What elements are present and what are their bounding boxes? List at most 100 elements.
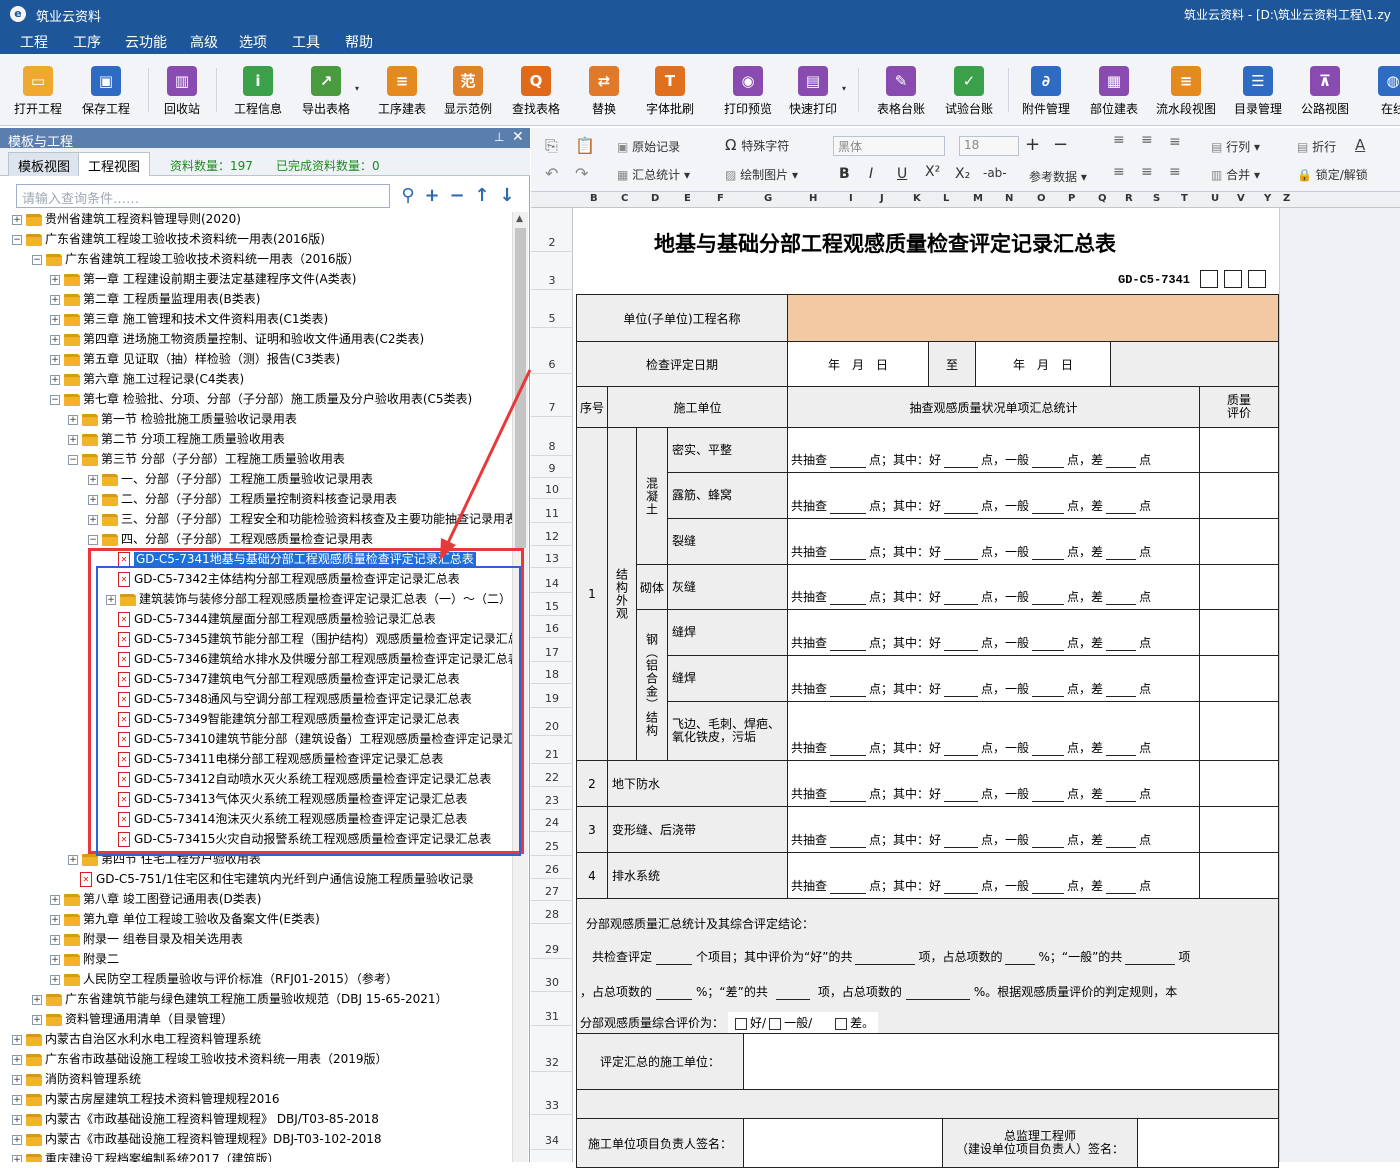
count-field[interactable] xyxy=(1106,834,1137,848)
count-field[interactable] xyxy=(1106,454,1137,468)
menu-process[interactable]: 工序 xyxy=(73,32,101,52)
bad-checkbox[interactable] xyxy=(835,1017,848,1030)
toolbar-button-quick-print[interactable]: ▤ 快速打印 ▾ xyxy=(789,60,846,120)
tree-item-form[interactable]: ✕ GD-C5-7342主体结构分部工程观感质量检查评定记录汇总表 xyxy=(118,569,460,589)
toolbar-button-open-folder[interactable]: ▭ 打开工程 xyxy=(14,60,62,120)
lock-button[interactable]: 🔒 锁定/解锁 xyxy=(1297,166,1368,183)
expand-icon[interactable]: + xyxy=(50,274,60,285)
expand-icon[interactable]: + xyxy=(50,354,60,365)
tree-item-folder[interactable]: + 广东省市政基础设施工程竣工验收技术资料统一用表（2019版） xyxy=(12,1049,388,1069)
collapse-icon[interactable]: − xyxy=(12,234,22,245)
count-field[interactable] xyxy=(1032,880,1065,894)
tree-item-form[interactable]: ✕ GD-C5-7348通风与空调分部工程观感质量检查评定记录汇总表 xyxy=(118,689,472,709)
mid-pct-field[interactable] xyxy=(656,986,693,1000)
tree-item-form[interactable]: ✕ GD-C5-7344建筑屋面分部工程观感质量检验记录汇总表 xyxy=(118,609,436,629)
expand-icon[interactable]: + xyxy=(12,1074,22,1085)
tree-item-folder[interactable]: + 建筑装饰与装修分部工程观感质量检查评定记录汇总表（一）～（二） xyxy=(106,589,511,609)
total-items-field[interactable] xyxy=(656,951,693,965)
quality-eval-field[interactable] xyxy=(1199,427,1279,473)
count-field[interactable] xyxy=(1106,637,1137,651)
count-field[interactable] xyxy=(830,834,867,848)
bad-count-field[interactable] xyxy=(775,986,810,1000)
quality-eval-field[interactable] xyxy=(1199,806,1279,853)
tree-item-folder[interactable]: + 第四节 住宅工程分户验收用表 xyxy=(68,849,261,869)
tree-item-folder[interactable]: + 内蒙古房屋建筑工程技术资料管理规程2016 xyxy=(12,1089,280,1109)
expand-icon[interactable]: + xyxy=(106,594,116,605)
expand-icon[interactable]: + xyxy=(68,414,78,425)
good-count-field[interactable] xyxy=(855,951,916,965)
decrease-font-icon[interactable]: − xyxy=(1053,134,1068,155)
close-icon[interactable]: ✕ xyxy=(512,129,524,145)
tree-item-folder[interactable]: + 内蒙古自治区水利水电工程资料管理系统 xyxy=(12,1029,261,1049)
sign-right-field[interactable] xyxy=(1137,1118,1279,1168)
menu-tools[interactable]: 工具 xyxy=(292,32,320,52)
toolbar-button-recycle-bin[interactable]: ▥ 回收站 xyxy=(164,60,200,120)
expand-icon[interactable]: + xyxy=(50,374,60,385)
toolbar-button-part-table[interactable]: ▦ 部位建表 xyxy=(1090,60,1138,120)
count-field[interactable] xyxy=(830,788,867,802)
tree-item-form[interactable]: ✕ GD-C5-73412自动喷水灭火系统工程观感质量检查评定记录汇总表 xyxy=(118,769,491,789)
count-field[interactable] xyxy=(1106,742,1137,756)
underline-button[interactable]: U xyxy=(897,166,907,182)
toolbar-button-online[interactable]: ◍ 在线 xyxy=(1378,60,1400,120)
undo-icon[interactable]: ↶ xyxy=(545,164,558,183)
expand-icon[interactable]: + xyxy=(50,974,60,985)
tree-item-folder[interactable]: + 消防资料管理系统 xyxy=(12,1069,141,1089)
expand-icon[interactable]: + xyxy=(50,314,60,325)
pin-icon[interactable]: ⊥ xyxy=(494,130,504,144)
align-top-icon[interactable]: ≡ xyxy=(1113,132,1125,148)
toolbar-button-find-table[interactable]: Q 查找表格 xyxy=(512,60,560,120)
align-right-icon[interactable]: ≡ xyxy=(1169,164,1181,180)
tree-scrollbar[interactable]: ▲ xyxy=(512,212,528,1162)
subscript-button[interactable]: X₂ xyxy=(955,166,970,182)
collapse-icon[interactable]: − xyxy=(88,534,98,545)
tree-item-form[interactable]: ✕ GD-C5-73411电梯分部工程观感质量检查评定记录汇总表 xyxy=(118,749,443,769)
toolbar-button-save[interactable]: ▣ 保存工程 xyxy=(82,60,130,120)
font-size-select[interactable]: 18 xyxy=(959,136,1019,156)
tree-item-folder[interactable]: + 一、分部（子分部）工程施工质量验收记录用表 xyxy=(88,469,373,489)
expand-icon[interactable]: + xyxy=(12,1134,22,1145)
count-field[interactable] xyxy=(1032,591,1065,605)
move-down-icon[interactable]: ↓ xyxy=(496,184,518,208)
count-field[interactable] xyxy=(944,683,979,697)
copy-icon[interactable]: ⎘ xyxy=(545,136,558,156)
toolbar-button-test-ledger[interactable]: ✓ 试验台账 xyxy=(945,60,993,120)
start-date-field[interactable]: 年 月 日 xyxy=(787,341,929,387)
reference-data-button[interactable]: 参考数据 ▾ xyxy=(1029,168,1087,185)
expand-icon[interactable]: + xyxy=(88,514,98,525)
tree-item-folder[interactable]: + 三、分部（子分部）工程安全和功能检验资料核查及主要功能抽查记录用表 xyxy=(88,509,512,529)
expand-icon[interactable]: + xyxy=(50,934,60,945)
align-center-icon[interactable]: ≡ xyxy=(1141,164,1153,180)
tree-item-form[interactable]: ✕ GD-C5-7347建筑电气分部工程观感质量检查评定记录汇总表 xyxy=(118,669,460,689)
move-up-icon[interactable]: ↑ xyxy=(471,184,493,208)
italic-button[interactable]: I xyxy=(869,166,873,182)
tree-item-folder[interactable]: + 贵州省建筑工程资料管理导则(2020) xyxy=(12,212,241,229)
tab-template-view[interactable]: 模板视图 xyxy=(8,152,81,176)
count-field[interactable] xyxy=(1032,454,1065,468)
toolbar-button-flow-section[interactable]: ≡ 流水段视图 xyxy=(1156,60,1216,120)
expand-icon[interactable]: + xyxy=(88,474,98,485)
count-field[interactable] xyxy=(830,546,867,560)
bold-button[interactable]: B xyxy=(839,166,850,182)
tree-item-folder[interactable]: − 四、分部（子分部）工程观感质量检查记录用表 xyxy=(88,529,373,549)
tree-item-folder[interactable]: + 附录一 组卷目录及相关选用表 xyxy=(50,929,243,949)
tree-item-form[interactable]: ✕ GD-C5-73414泡沫灭火系统工程观感质量检查评定记录汇总表 xyxy=(118,809,467,829)
font-color-icon[interactable]: A xyxy=(1355,136,1365,154)
tree-item-folder[interactable]: + 第二节 分项工程施工质量验收用表 xyxy=(68,429,285,449)
search-input[interactable]: 请输入查询条件…… xyxy=(16,184,390,208)
tree-item-folder[interactable]: + 第三章 施工管理和技术文件资料用表(C1类表) xyxy=(50,309,328,329)
count-field[interactable] xyxy=(1032,742,1065,756)
row-col-button[interactable]: ▤ 行列 ▾ xyxy=(1211,138,1260,155)
count-field[interactable] xyxy=(1106,788,1137,802)
tree-item-form[interactable]: ✕ GD-C5-7345建筑节能分部工程（围护结构）观感质量检查评定记录汇总表 xyxy=(118,629,512,649)
quality-eval-field[interactable] xyxy=(1199,564,1279,610)
count-field[interactable] xyxy=(830,454,867,468)
tree-item-folder[interactable]: + 第四章 进场施工物资质量控制、证明和验收文件通用表(C2类表) xyxy=(50,329,424,349)
count-field[interactable] xyxy=(944,454,979,468)
wrap-button[interactable]: ▤ 折行 xyxy=(1297,138,1336,155)
count-field[interactable] xyxy=(1106,683,1137,697)
merge-button[interactable]: ▥ 合并 ▾ xyxy=(1211,166,1260,183)
count-field[interactable] xyxy=(830,591,867,605)
toolbar-button-print-preview[interactable]: ◉ 打印预览 xyxy=(724,60,772,120)
special-char-button[interactable]: Ω 特殊字符 xyxy=(725,136,789,154)
